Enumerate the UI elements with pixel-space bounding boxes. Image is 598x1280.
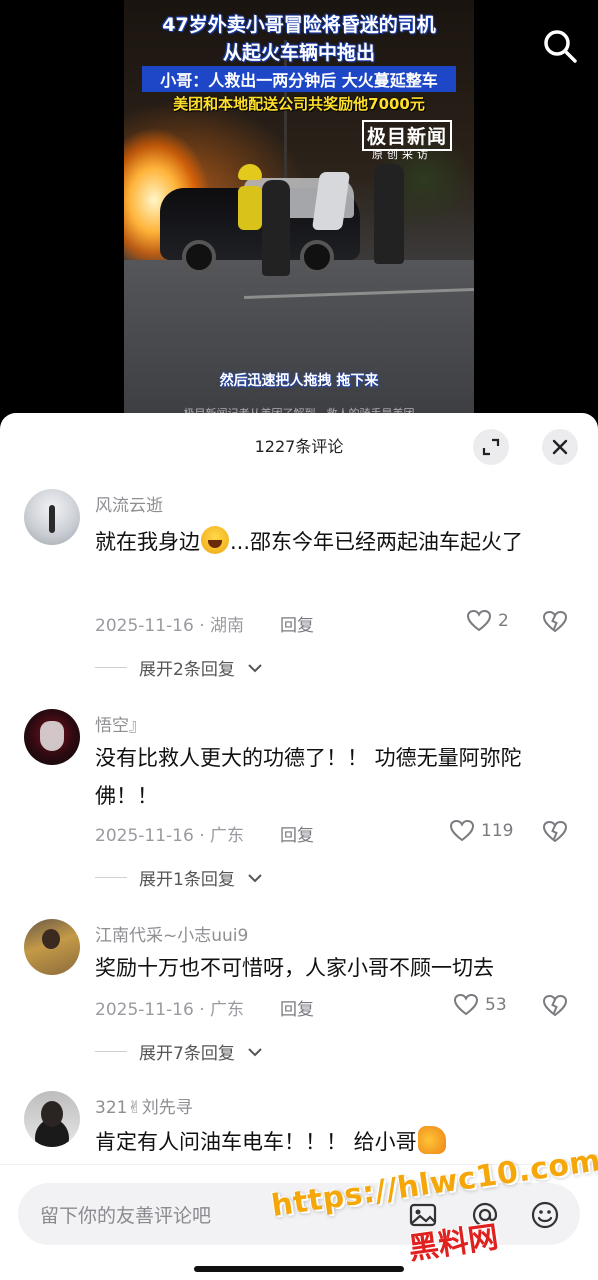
video-subtitle: 然后迅速把人拖拽 拖下来 <box>219 373 379 389</box>
avatar[interactable] <box>24 1091 80 1147</box>
dislike-button[interactable] <box>542 994 568 1020</box>
emoji-icon <box>531 1201 559 1229</box>
comment-username[interactable]: 悟空』 <box>95 711 146 736</box>
comment-date: 2025-11-16 <box>95 1000 194 1020</box>
expand-replies-button[interactable]: 展开2条回复 <box>95 655 263 680</box>
video-wheel <box>182 240 216 274</box>
expand-replies-button[interactable]: 展开7条回复 <box>95 1039 263 1064</box>
emoji-button[interactable] <box>530 1200 560 1230</box>
video-headline-2: 从起火车辆中拖出 <box>222 42 375 64</box>
image-button[interactable] <box>408 1200 438 1230</box>
comment-input-bar: 留下你的友善评论吧 <box>0 1164 598 1280</box>
comment-date: 2025-11-16 <box>95 826 194 846</box>
comment-text: 奖励十万也不可惜呀，人家小哥不顾一切去 <box>95 956 494 980</box>
dislike-button[interactable] <box>542 820 568 846</box>
comment-username[interactable]: 江南代采~小志uui9 <box>95 921 248 946</box>
comment-text: 肯定有人问油车电车！！！ 给小哥 <box>95 1123 568 1161</box>
video-headline-1: 47岁外卖小哥冒险将昏迷的司机 <box>162 14 436 36</box>
search-button[interactable] <box>540 26 580 66</box>
video-road <box>124 260 474 420</box>
video-player[interactable]: 47岁外卖小哥冒险将昏迷的司机 从起火车辆中拖出 小哥：人救出一两分钟后 大火蔓… <box>124 0 474 420</box>
avatar[interactable] <box>24 709 80 765</box>
at-icon <box>472 1202 498 1228</box>
at-button[interactable] <box>470 1200 500 1230</box>
reply-button[interactable]: 回复 <box>280 821 314 846</box>
like-count: 119 <box>481 821 514 841</box>
comment-date: 2025-11-16 <box>95 616 194 636</box>
expand-replies-label: 展开7条回复 <box>139 1044 235 1064</box>
expand-replies-button[interactable]: 展开1条回复 <box>95 865 263 890</box>
image-icon <box>409 1203 437 1227</box>
comment-username[interactable]: 321✌刘先寻 <box>95 1093 193 1118</box>
video-rider-vest <box>238 186 262 230</box>
broken-heart-icon <box>542 610 568 633</box>
reply-button[interactable]: 回复 <box>280 611 314 636</box>
comment-text-part: ...邵东今年已经两起油车起火了 <box>230 530 524 554</box>
close-icon <box>552 439 568 455</box>
comment-meta: 2025-11-16 · 广东 <box>95 826 245 846</box>
dislike-button[interactable] <box>542 610 568 636</box>
like-count: 53 <box>485 995 507 1015</box>
comment-sheet: 1227条评论 风流云逝 就在我身边 ...邵东今年已经两起油车起火了 2025-… <box>0 413 598 1280</box>
comment-location: 湖南 <box>210 616 245 636</box>
video-rider-helmet <box>238 164 262 180</box>
divider <box>95 1051 127 1052</box>
comment-location: 广东 <box>210 826 245 846</box>
comment-location: 广东 <box>210 1000 245 1020</box>
video-headline-3: 小哥：人救出一两分钟后 大火蔓延整车 <box>142 66 456 92</box>
search-icon <box>544 30 577 63</box>
expand-icon <box>482 438 500 456</box>
comment-text-part: 肯定有人问油车电车！！！ 给小哥 <box>95 1130 417 1154</box>
comment-item: 321✌刘先寻 肯定有人问油车电车！！！ 给小哥 <box>0 1091 598 1171</box>
laugh-cry-emoji-icon <box>201 526 229 554</box>
comment-text-part: 就在我身边 <box>95 530 200 554</box>
expand-sheet-button[interactable] <box>473 429 509 465</box>
like-button[interactable]: 119 <box>449 819 513 843</box>
chevron-down-icon <box>248 663 262 672</box>
home-indicator[interactable] <box>194 1266 404 1272</box>
divider <box>95 877 127 878</box>
like-button[interactable]: 53 <box>453 993 507 1017</box>
reply-button[interactable]: 回复 <box>280 995 314 1020</box>
screen: 47岁外卖小哥冒险将昏迷的司机 从起火车辆中拖出 小哥：人救出一两分钟后 大火蔓… <box>0 0 598 1280</box>
comment-item: 江南代采~小志uui9 奖励十万也不可惜呀，人家小哥不顾一切去 2025-11-… <box>0 919 598 1079</box>
avatar[interactable] <box>24 919 80 975</box>
thumbs-up-emoji-icon <box>417 1126 446 1154</box>
close-sheet-button[interactable] <box>542 429 578 465</box>
comment-text: 没有比救人更大的功德了！！ 功德无量阿弥陀佛！！ <box>95 746 522 808</box>
comment-text: 就在我身边 ...邵东今年已经两起油车起火了 <box>95 523 568 561</box>
like-button[interactable]: 2 <box>466 609 509 633</box>
video-person <box>374 164 404 264</box>
comment-item: 风流云逝 就在我身边 ...邵东今年已经两起油车起火了 2025-11-16 · … <box>0 489 598 689</box>
like-count: 2 <box>498 611 509 631</box>
expand-replies-label: 展开1条回复 <box>139 870 235 890</box>
expand-replies-label: 展开2条回复 <box>139 660 235 680</box>
heart-icon <box>466 609 492 632</box>
comment-input[interactable]: 留下你的友善评论吧 <box>18 1183 580 1245</box>
heart-icon <box>449 819 475 842</box>
heart-icon <box>453 993 479 1016</box>
broken-heart-icon <box>542 994 568 1017</box>
comment-sheet-header: 1227条评论 <box>0 413 598 475</box>
comment-username[interactable]: 风流云逝 <box>95 491 163 516</box>
broken-heart-icon <box>542 820 568 843</box>
video-headline-4: 美团和本地配送公司共奖励他7000元 <box>173 95 425 113</box>
video-wheel <box>300 240 334 274</box>
video-brand-sub: 原创采访 <box>372 148 432 161</box>
divider <box>95 667 127 668</box>
avatar[interactable] <box>24 489 80 545</box>
comment-meta: 2025-11-16 · 湖南 <box>95 616 245 636</box>
comment-item: 悟空』 没有比救人更大的功德了！！ 功德无量阿弥陀佛！！ 2025-11-16 … <box>0 709 598 909</box>
chevron-down-icon <box>248 1047 262 1056</box>
chevron-down-icon <box>248 873 262 882</box>
comment-input-placeholder: 留下你的友善评论吧 <box>40 1205 212 1227</box>
comment-meta: 2025-11-16 · 广东 <box>95 1000 245 1020</box>
video-person <box>262 180 290 276</box>
